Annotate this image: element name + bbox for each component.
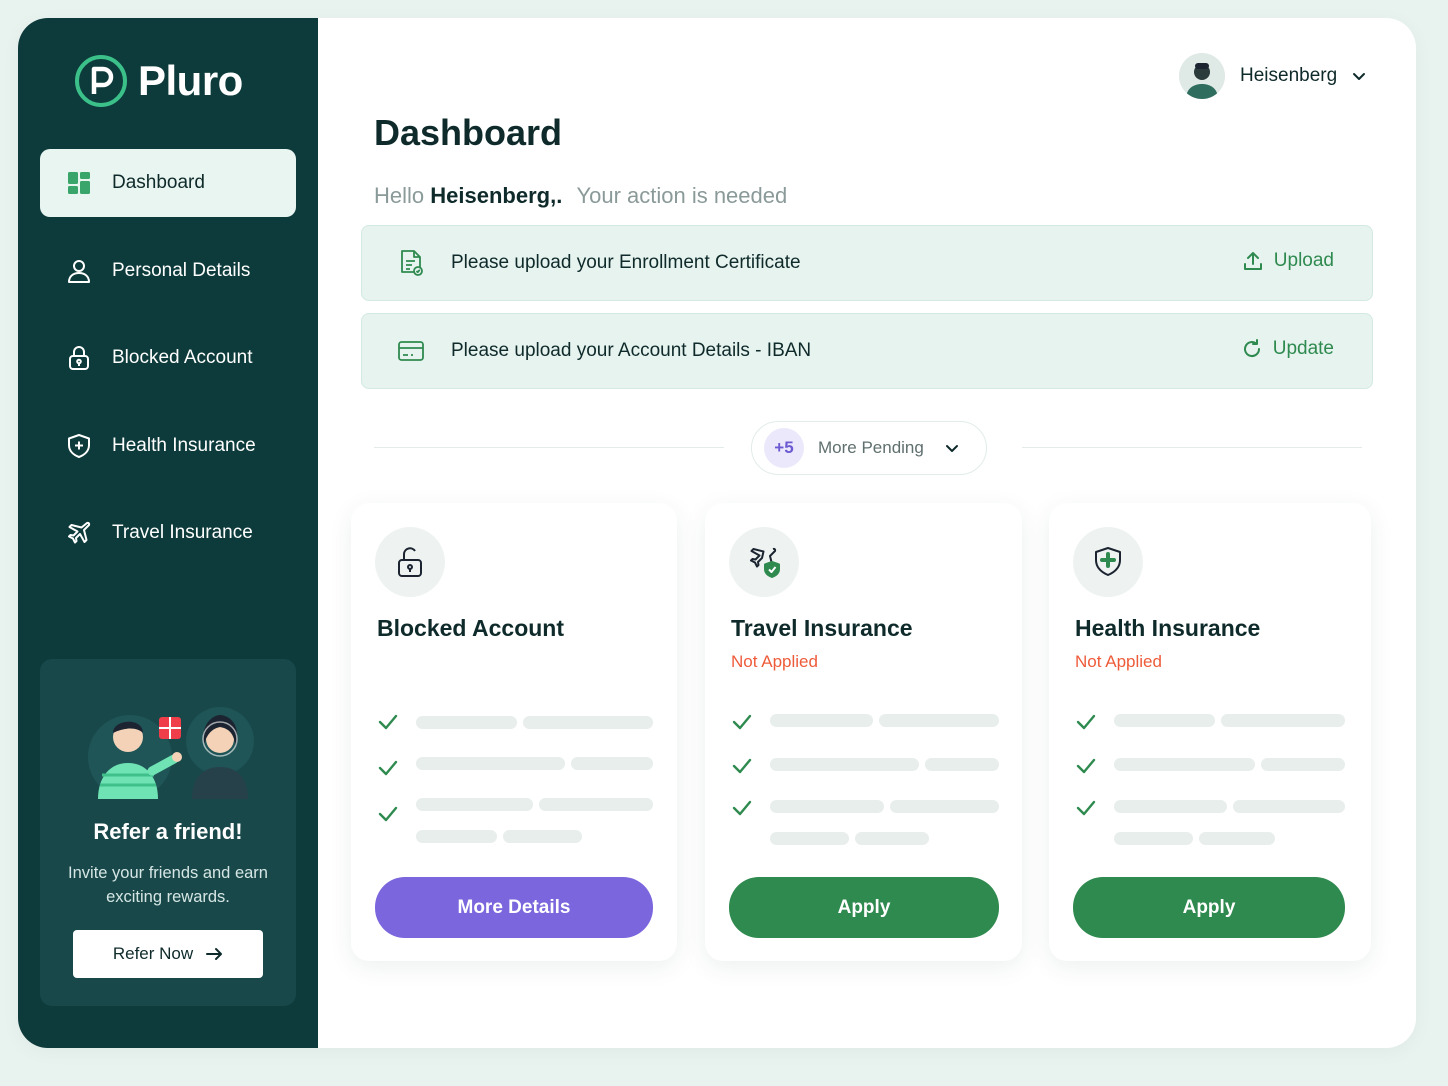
user-icon [64, 256, 94, 286]
sidebar-item-label: Health Insurance [112, 434, 256, 456]
chevron-down-icon [1353, 73, 1366, 80]
divider-right [1022, 447, 1362, 448]
refer-illustration [88, 707, 254, 799]
checklist-item [377, 711, 653, 733]
upload-button[interactable]: Upload [1242, 250, 1334, 272]
task-text: Please upload your Enrollment Certificat… [451, 252, 801, 273]
check-icon [1076, 800, 1096, 816]
task-account-details-iban: Please upload your Account Details - IBA… [361, 313, 1373, 389]
apply-travel-insurance-button[interactable]: Apply [729, 877, 999, 938]
checklist-item [1075, 755, 1345, 777]
more-pending-toggle[interactable]: +5 More Pending [751, 421, 987, 475]
check-icon [732, 714, 752, 730]
shield-plus-icon [1073, 527, 1143, 597]
page-title: Dashboard [374, 112, 563, 153]
checklist-item [377, 798, 653, 843]
check-icon [732, 758, 752, 774]
arrow-right-icon [206, 948, 223, 960]
greeting: Hello Heisenberg,. Your action is needed [374, 183, 787, 209]
checklist-item [377, 757, 653, 779]
card-status: Not Applied [1075, 652, 1162, 671]
greeting-name: Heisenberg,. [430, 183, 563, 208]
refer-now-button[interactable]: Refer Now [73, 930, 263, 978]
card-status: Not Applied [731, 652, 818, 671]
refer-card: Refer a friend! Invite your friends and … [40, 659, 296, 1006]
update-label: Update [1272, 338, 1334, 359]
plane-shield-icon [729, 527, 799, 597]
avatar [1179, 53, 1225, 99]
sidebar: Pluro Dashboard Personal Details Blocked… [18, 18, 318, 1048]
sidebar-item-label: Travel Insurance [112, 522, 253, 543]
pending-label: More Pending [818, 438, 924, 457]
sidebar-item-health-insurance[interactable]: Health Insurance [40, 412, 296, 480]
checklist-item [731, 755, 999, 777]
refer-now-label: Refer Now [112, 944, 194, 963]
logo-icon [75, 55, 127, 107]
lock-icon [64, 343, 94, 373]
refer-description: Invite your friends and earn exciting re… [68, 864, 268, 906]
shield-plus-icon [64, 431, 94, 461]
check-icon [1076, 758, 1096, 774]
more-details-button[interactable]: More Details [375, 877, 653, 938]
apply-health-insurance-button[interactable]: Apply [1073, 877, 1345, 938]
check-icon [378, 806, 398, 822]
refresh-icon [1243, 339, 1260, 358]
task-text: Please upload your Account Details - IBA… [451, 340, 812, 361]
app-name: Pluro [138, 57, 243, 104]
check-icon [378, 760, 398, 776]
checklist-item [1075, 711, 1345, 733]
card-travel-insurance: Travel Insurance Not Applied Apply [705, 503, 1022, 961]
document-icon [401, 250, 423, 276]
pending-count-badge: +5 [764, 428, 804, 468]
sidebar-item-label: Personal Details [112, 259, 251, 281]
task-enrollment-certificate: Please upload your Enrollment Certificat… [361, 225, 1373, 301]
card-title: Health Insurance [1075, 615, 1261, 641]
sidebar-nav: Dashboard Personal Details Blocked Accou… [40, 149, 296, 587]
sidebar-item-dashboard[interactable]: Dashboard [40, 149, 296, 217]
card-icon [398, 341, 424, 361]
sidebar-item-blocked-account[interactable]: Blocked Account [40, 324, 296, 392]
unlock-icon [375, 527, 445, 597]
card-title: Blocked Account [377, 615, 565, 641]
sidebar-item-label: Blocked Account [112, 347, 253, 368]
sidebar-item-personal-details[interactable]: Personal Details [40, 237, 296, 305]
app-window: Pluro Dashboard Personal Details Blocked… [18, 18, 1416, 1048]
checklist-item [1075, 797, 1345, 845]
card-health-insurance: Health Insurance Not Applied Apply [1049, 503, 1371, 961]
user-name: Heisenberg [1240, 65, 1338, 86]
checklist-item [731, 797, 999, 845]
greeting-action: Your action is needed [576, 183, 788, 208]
chevron-down-icon [945, 445, 958, 452]
divider-left [374, 447, 724, 448]
plane-icon [64, 518, 94, 548]
grid-icon [64, 168, 94, 198]
upload-label: Upload [1273, 250, 1334, 271]
user-menu[interactable]: Heisenberg [1179, 53, 1367, 99]
refer-title: Refer a friend! [93, 819, 243, 844]
sidebar-item-label: Dashboard [112, 172, 205, 193]
check-icon [378, 714, 398, 730]
check-icon [1076, 714, 1096, 730]
greeting-prefix: Hello [374, 183, 425, 208]
card-blocked-account: Blocked Account More Details [351, 503, 677, 961]
sidebar-item-travel-insurance[interactable]: Travel Insurance [40, 499, 296, 567]
upload-icon [1243, 252, 1262, 270]
update-button[interactable]: Update [1241, 338, 1334, 360]
checklist-item [731, 711, 999, 733]
logo[interactable]: Pluro [74, 54, 243, 108]
check-icon [732, 800, 752, 816]
card-title: Travel Insurance [731, 615, 913, 641]
